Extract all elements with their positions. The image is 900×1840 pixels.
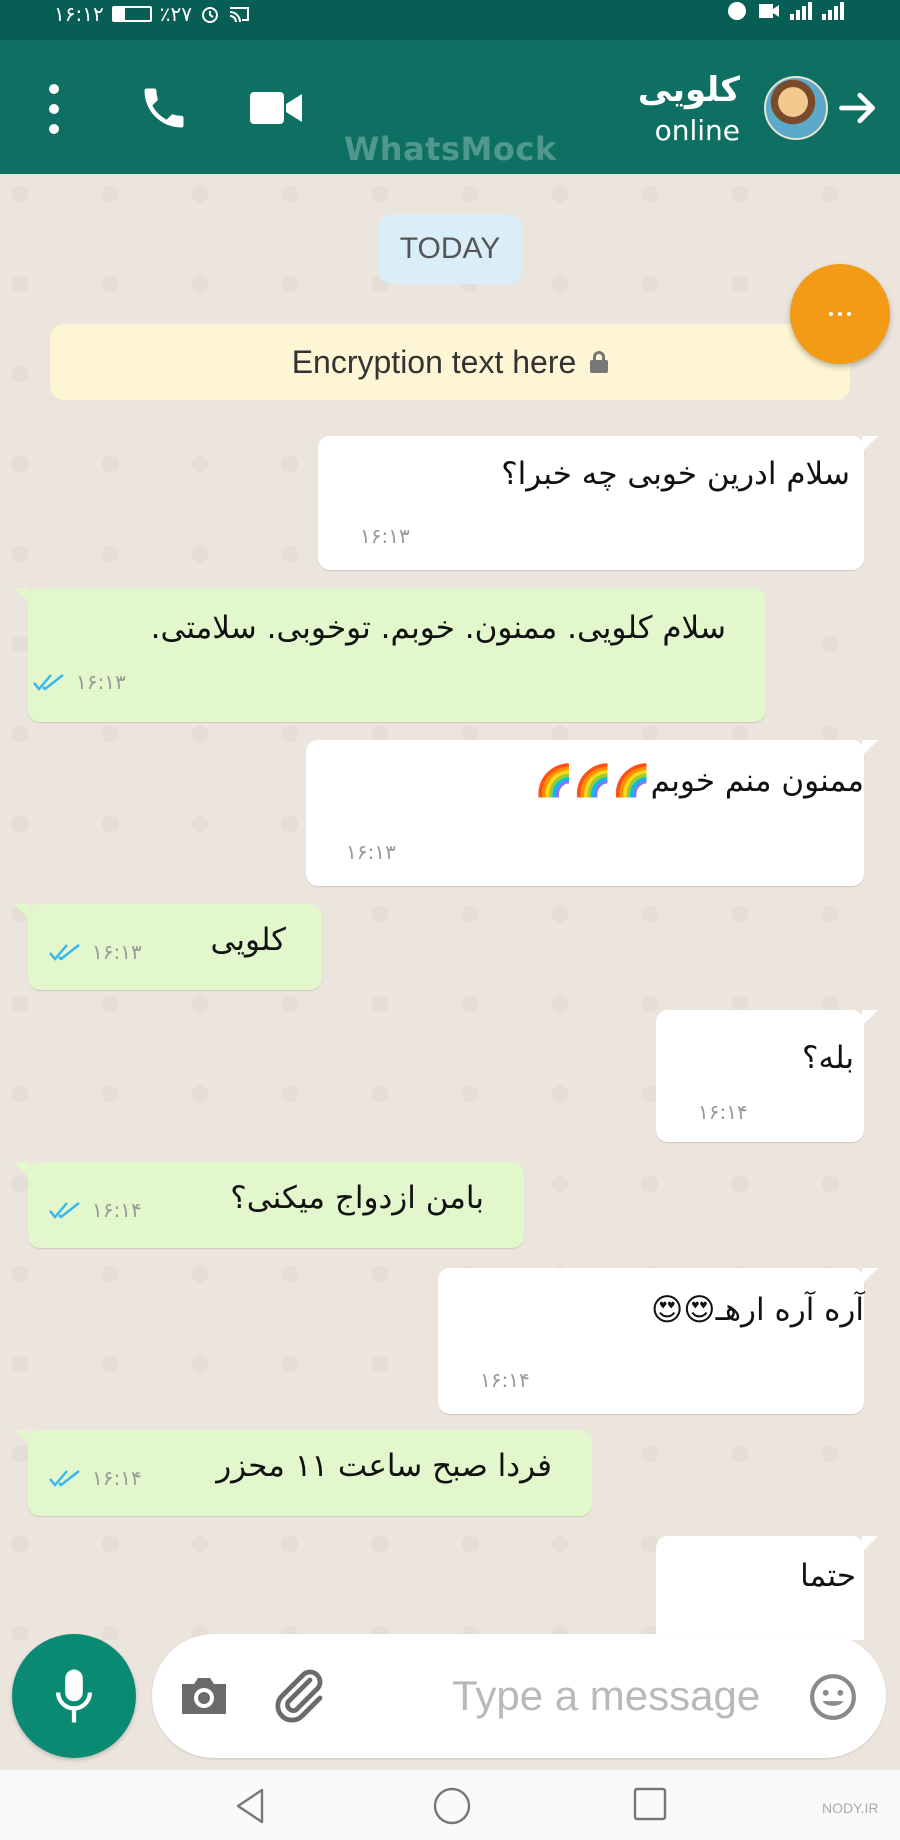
message-bubble-outgoing[interactable]: کلویی ۱۶:۱۳ <box>14 904 322 990</box>
message-bubble-outgoing[interactable]: بامن ازدواج میکنی؟ ۱۶:۱۴ <box>14 1162 524 1248</box>
message-text: بامن ازدواج میکنی؟ <box>230 1180 484 1216</box>
video-call-icon[interactable] <box>250 88 302 128</box>
message-text: کلویی <box>210 922 286 958</box>
message-time: ۱۶:۱۴ <box>92 1198 142 1222</box>
arrow-forward-icon[interactable] <box>836 86 880 130</box>
message-text: سلام ادرین خوبی چه خبرا؟ <box>501 456 850 492</box>
mic-icon <box>56 1669 92 1723</box>
clock: ۱۶:۱۲ <box>54 2 104 26</box>
message-bubble-incoming[interactable]: سلام ادرین خوبی چه خبرا؟ ۱۶:۱۳ <box>318 436 878 570</box>
message-time: ۱۶:۱۴ <box>92 1466 142 1490</box>
chat-area[interactable]: TODAY Encryption text here سلام ادرین خو… <box>0 174 900 1640</box>
message-text: فردا صبح ساعت ۱۱ محزر <box>216 1448 552 1484</box>
double-check-icon <box>49 944 80 961</box>
more-horiz-icon <box>829 312 851 316</box>
message-text: ممنون منم خوبم🌈🌈🌈 <box>534 763 864 799</box>
watermark: WhatsMock <box>344 130 557 168</box>
contact-name[interactable]: کلویی <box>638 70 740 110</box>
floating-action-button[interactable] <box>790 264 890 364</box>
message-time: ۱۶:۱۴ <box>480 1368 530 1392</box>
avatar[interactable] <box>764 76 828 140</box>
double-check-icon <box>33 674 64 691</box>
message-time: ۱۶:۱۳ <box>76 670 126 694</box>
record-icon <box>759 4 779 18</box>
encryption-text: Encryption text here <box>291 343 577 380</box>
status-right <box>726 0 844 22</box>
camera-icon[interactable] <box>178 1674 230 1718</box>
signal-icon-2 <box>822 2 844 20</box>
message-bubble-outgoing[interactable]: فردا صبح ساعت ۱۱ محزر ۱۶:۱۴ <box>14 1430 592 1516</box>
message-text: حتما <box>800 1558 856 1594</box>
attach-icon[interactable] <box>270 1664 326 1728</box>
message-bubble-incoming[interactable]: آره آره ارهـ😍😍 ۱۶:۱۴ <box>438 1268 878 1414</box>
data-icon <box>728 2 746 20</box>
message-composer <box>0 1620 900 1770</box>
nav-home-icon[interactable] <box>432 1786 472 1826</box>
contact-status: online <box>654 114 740 147</box>
double-check-icon <box>49 1202 80 1219</box>
emoji-icon[interactable] <box>808 1672 858 1722</box>
watermark-nody: NODY.IR <box>822 1800 879 1816</box>
message-text: آره آره ارهـ😍😍 <box>650 1292 864 1328</box>
date-chip: TODAY <box>378 214 522 284</box>
status-left: ۱۶:۱۲ ٪۲۷ <box>54 2 250 26</box>
message-time: ۱۶:۱۴ <box>698 1100 748 1124</box>
message-input-box <box>152 1634 886 1758</box>
nav-recents-icon[interactable] <box>632 1786 668 1822</box>
phone-icon[interactable] <box>138 82 190 134</box>
status-bar: ۱۶:۱۲ ٪۲۷ <box>0 0 900 40</box>
message-time: ۱۶:۱۳ <box>346 840 396 864</box>
message-text: سلام کلویی. ممنون. خوبم. توخوبی. سلامتی. <box>150 610 726 646</box>
lock-icon <box>590 351 609 373</box>
message-bubble-incoming[interactable]: ممنون منم خوبم🌈🌈🌈 ۱۶:۱۳ <box>306 740 878 886</box>
message-text: بله؟ <box>802 1040 854 1076</box>
message-bubble-incoming[interactable]: بله؟ ۱۶:۱۴ <box>656 1010 878 1142</box>
system-nav-bar: NODY.IR <box>0 1770 900 1840</box>
signal-icon <box>790 2 812 20</box>
more-vert-icon[interactable] <box>44 84 64 134</box>
message-time: ۱۶:۱۳ <box>92 940 142 964</box>
double-check-icon <box>49 1470 80 1487</box>
message-time: ۱۶:۱۳ <box>360 524 410 548</box>
battery-icon <box>111 6 152 22</box>
encryption-notice[interactable]: Encryption text here <box>50 324 850 400</box>
message-bubble-outgoing[interactable]: سلام کلویی. ممنون. خوبم. توخوبی. سلامتی.… <box>14 588 766 722</box>
alarm-icon <box>201 7 218 23</box>
nav-back-icon[interactable] <box>232 1786 268 1826</box>
mic-button[interactable] <box>12 1634 136 1758</box>
cast-icon <box>229 7 249 23</box>
chat-header: WhatsMock کلویی online <box>0 40 900 174</box>
message-input[interactable] <box>452 1658 792 1734</box>
battery-level: ٪۲۷ <box>159 2 192 26</box>
